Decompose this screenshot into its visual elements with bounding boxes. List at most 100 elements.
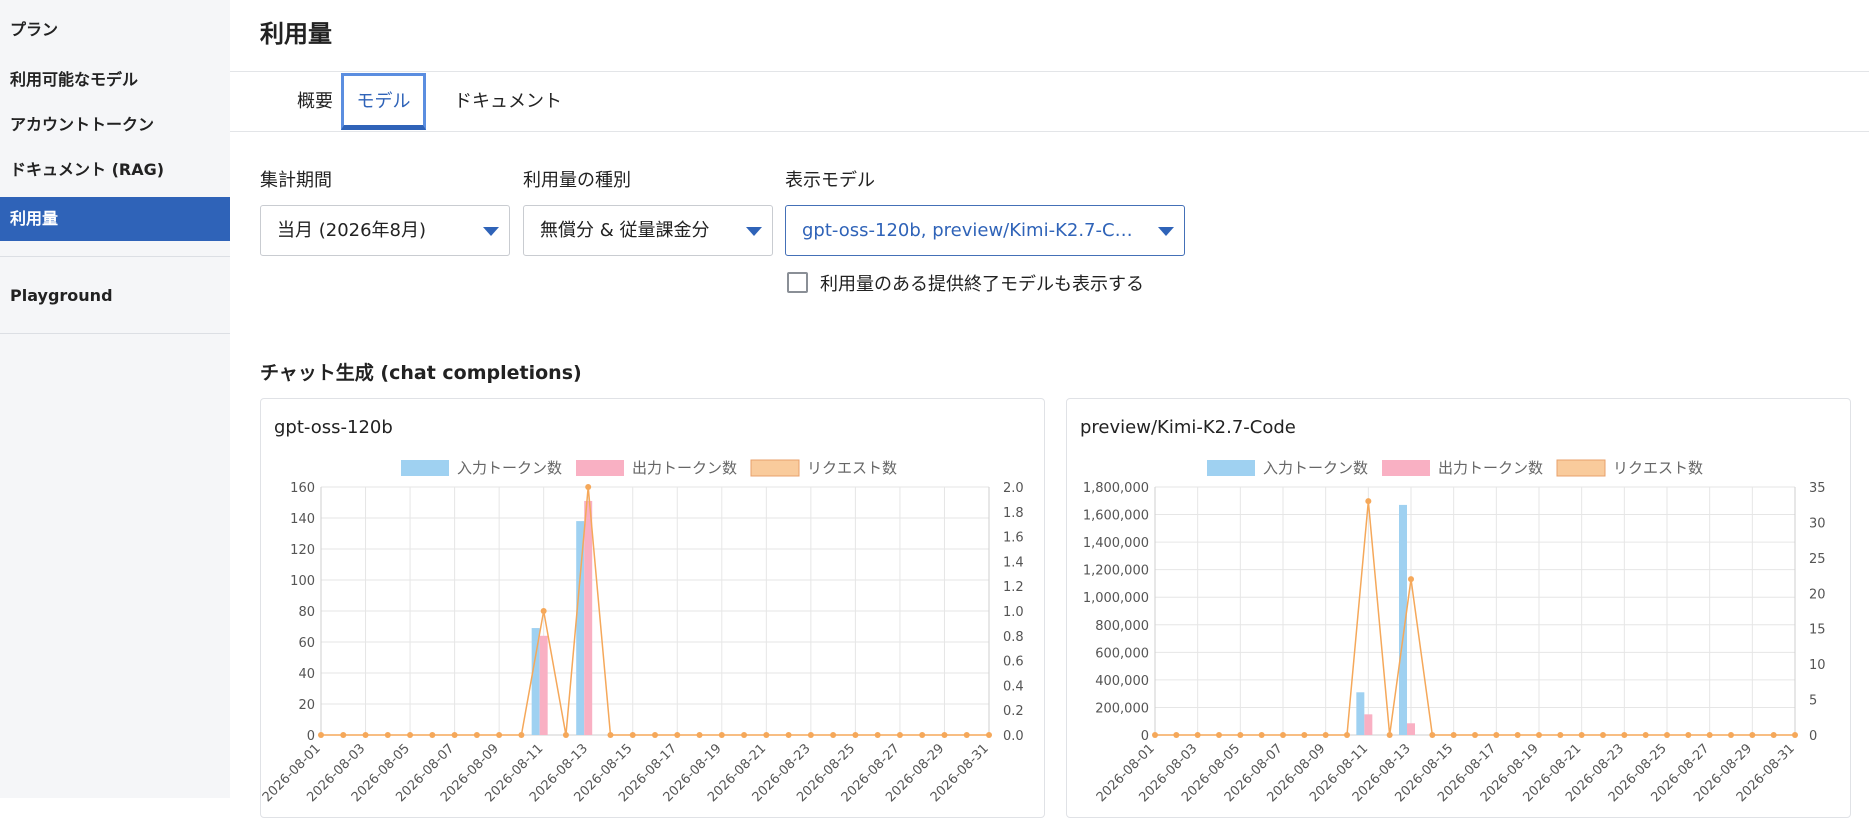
bar bbox=[1356, 692, 1365, 735]
requests-point bbox=[1173, 732, 1180, 738]
y-tick-label: 1,400,000 bbox=[1083, 536, 1149, 551]
requests-point bbox=[830, 732, 837, 738]
requests-point bbox=[1493, 732, 1500, 738]
legend-label: リクエスト数 bbox=[807, 459, 897, 477]
y2-tick-label: 35 bbox=[1809, 481, 1826, 496]
y-tick-label: 160 bbox=[290, 481, 315, 496]
requests-point bbox=[718, 732, 725, 738]
y2-tick-label: 20 bbox=[1809, 587, 1826, 602]
header-divider bbox=[230, 71, 1869, 72]
sidebar-item-playground[interactable]: Playground bbox=[0, 274, 230, 318]
requests-point bbox=[1642, 732, 1649, 738]
y-tick-label: 1,800,000 bbox=[1083, 481, 1149, 496]
requests-point bbox=[1706, 732, 1713, 738]
sidebar-item-available-models[interactable]: 利用可能なモデル bbox=[0, 58, 230, 102]
tabs-divider bbox=[230, 131, 1869, 132]
requests-point bbox=[340, 732, 347, 738]
main-content: 利用量 概要 モデル ドキュメント 集計期間 当月 (2026年8月) 利用量の… bbox=[230, 0, 1869, 818]
period-label: 集計期間 bbox=[260, 170, 332, 191]
requests-point bbox=[1386, 732, 1393, 738]
period-value: 当月 (2026年8月) bbox=[277, 220, 427, 241]
y-tick-label: 800,000 bbox=[1095, 619, 1149, 634]
requests-point bbox=[1280, 732, 1286, 738]
y-tick-label: 1,000,000 bbox=[1083, 591, 1149, 606]
requests-point bbox=[1621, 732, 1628, 738]
y2-tick-label: 0.2 bbox=[1003, 704, 1024, 719]
period-select[interactable]: 当月 (2026年8月) bbox=[260, 205, 510, 256]
tab-documents[interactable]: ドキュメント bbox=[438, 73, 578, 130]
requests-point bbox=[919, 732, 926, 738]
legend-swatch bbox=[1382, 460, 1430, 476]
requests-point bbox=[1557, 732, 1564, 738]
chart-gpt-oss: 入力トークン数 出力トークン数 リクエスト数 0 20 40 60 80 100 120 140 16… bbox=[261, 459, 1024, 805]
requests-point bbox=[407, 732, 414, 738]
requests-point bbox=[1792, 732, 1798, 738]
requests-point bbox=[1685, 732, 1692, 738]
requests-point bbox=[1536, 732, 1542, 738]
legend-label: リクエスト数 bbox=[1613, 459, 1703, 477]
sidebar-item-documents-rag[interactable]: ドキュメント (RAG) bbox=[0, 148, 230, 192]
y-tick-label: 200,000 bbox=[1095, 701, 1149, 716]
sidebar: プラン 利用可能なモデル アカウントトークン ドキュメント (RAG) 利用量 … bbox=[0, 0, 230, 798]
requests-point bbox=[763, 732, 770, 738]
bar bbox=[1364, 714, 1373, 735]
requests-line bbox=[1155, 501, 1795, 736]
sidebar-divider bbox=[0, 333, 230, 334]
requests-point bbox=[852, 732, 859, 738]
bar bbox=[539, 635, 548, 735]
y2-tick-label: 0.6 bbox=[1003, 655, 1024, 670]
requests-point bbox=[1344, 732, 1350, 738]
requests-point bbox=[540, 608, 547, 614]
sidebar-item-usage[interactable]: 利用量 bbox=[0, 197, 230, 241]
requests-point bbox=[1152, 732, 1158, 738]
legend-label: 出力トークン数 bbox=[1438, 459, 1543, 477]
requests-point bbox=[652, 732, 658, 738]
y-tick-label: 1,200,000 bbox=[1083, 564, 1149, 579]
y2-tick-label: 15 bbox=[1809, 623, 1826, 638]
requests-point bbox=[1749, 732, 1756, 738]
y-tick-label: 120 bbox=[290, 543, 315, 558]
requests-point bbox=[318, 732, 324, 738]
y2-tick-label: 5 bbox=[1809, 694, 1817, 709]
legend-swatch bbox=[576, 460, 624, 476]
show-deprecated-checkbox[interactable] bbox=[787, 272, 808, 293]
y-tick-label: 0 bbox=[307, 729, 315, 744]
sidebar-divider bbox=[0, 256, 230, 257]
usage-type-select[interactable]: 無償分 & 従量課金分 bbox=[523, 205, 773, 256]
y2-tick-label: 0.4 bbox=[1003, 679, 1024, 694]
chevron-down-icon bbox=[483, 227, 499, 236]
y2-tick-label: 1.4 bbox=[1003, 555, 1024, 570]
requests-point bbox=[986, 732, 992, 738]
y-tick-label: 400,000 bbox=[1095, 674, 1149, 689]
section-title: チャット生成 (chat completions) bbox=[260, 362, 582, 384]
requests-point bbox=[1600, 732, 1606, 738]
usage-type-label: 利用量の種別 bbox=[523, 170, 631, 191]
y-tick-label: 60 bbox=[298, 636, 315, 651]
models-select[interactable]: gpt-oss-120b, preview/Kimi-K2.7-Code bbox=[785, 205, 1185, 256]
requests-point bbox=[1770, 732, 1777, 738]
y-tick-label: 80 bbox=[298, 605, 315, 620]
requests-point bbox=[1429, 732, 1436, 738]
legend-label: 入力トークン数 bbox=[1263, 459, 1368, 477]
y2-tick-label: 10 bbox=[1809, 658, 1826, 673]
usage-type-value: 無償分 & 従量課金分 bbox=[540, 220, 710, 241]
requests-point bbox=[562, 732, 569, 738]
requests-point bbox=[496, 732, 503, 738]
y-tick-label: 140 bbox=[290, 512, 315, 527]
y-tick-label: 20 bbox=[298, 698, 315, 713]
requests-point bbox=[518, 732, 525, 738]
requests-point bbox=[1237, 732, 1244, 738]
legend-swatch bbox=[750, 459, 800, 477]
requests-point bbox=[1301, 732, 1308, 738]
sidebar-item-account-tokens[interactable]: アカウントトークン bbox=[0, 103, 230, 147]
models-value: gpt-oss-120b, preview/Kimi-K2.7-Code bbox=[802, 220, 1140, 241]
requests-point bbox=[384, 732, 391, 738]
legend-swatch bbox=[401, 460, 449, 476]
tab-models[interactable]: モデル bbox=[341, 73, 426, 130]
y-tick-label: 40 bbox=[298, 667, 315, 682]
requests-point bbox=[451, 732, 458, 738]
y2-tick-label: 1.8 bbox=[1003, 506, 1024, 521]
sidebar-item-plan[interactable]: プラン bbox=[0, 8, 230, 52]
show-deprecated-label[interactable]: 利用量のある提供終了モデルも表示する bbox=[820, 270, 1144, 296]
requests-point bbox=[896, 732, 903, 738]
